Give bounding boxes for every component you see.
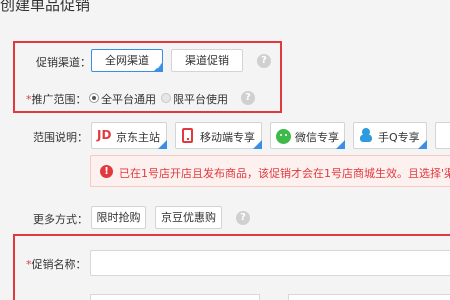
selected-corner-icon (418, 140, 427, 149)
next-field-input[interactable] (288, 294, 450, 300)
channel-label: 促销渠道： (36, 56, 91, 69)
more-label: 更多方式： (33, 213, 88, 226)
notice-banner: ! 已在1号店开店且发布商品，该促销才会在1号店商城生效。且选择'渠 (90, 155, 450, 187)
channel-option-channel-promo[interactable]: 渠道促销 (171, 49, 243, 72)
promo-name-label-text: 促销名称： (31, 258, 87, 271)
scope-option-label: 全平台通用 (101, 93, 156, 106)
selected-corner-icon (253, 140, 262, 149)
channel-option-label: 全网渠道 (105, 54, 149, 67)
scope-item-wechat[interactable]: 微信专享 (270, 122, 345, 149)
wechat-icon (276, 129, 291, 144)
scope-desc-label: 范围说明： (33, 131, 88, 144)
scope-item-qq[interactable]: 手Q专享 (353, 122, 427, 149)
next-field-input[interactable] (90, 294, 260, 300)
mobile-phone-icon (182, 128, 193, 143)
channel-option-all-network[interactable]: 全网渠道 ✓ (91, 49, 163, 72)
more-button-jingdou[interactable]: 京豆优惠购 (155, 206, 222, 229)
scope-item-label: 京东主站 (116, 131, 160, 144)
checkmark-icon: ✓ (156, 63, 162, 71)
page-title: 创建单品促销 (0, 0, 91, 14)
warning-icon: ! (100, 165, 113, 178)
selected-corner-icon (158, 140, 167, 149)
scope-label-text: 推广范围： (31, 93, 87, 106)
scope-help-icon[interactable]: ? (241, 91, 255, 105)
scope-item-partial[interactable] (435, 122, 450, 149)
jd-logo-icon: JD (97, 128, 112, 142)
notice-text: 已在1号店开店且发布商品，该促销才会在1号店商城生效。且选择'渠 (119, 167, 450, 180)
channel-help-icon[interactable]: ? (257, 54, 271, 68)
scope-item-label: 微信专享 (295, 131, 339, 144)
channel-option-label: 渠道促销 (185, 54, 229, 67)
promo-name-input[interactable] (90, 250, 450, 276)
scope-item-label: 移动端专享 (200, 131, 255, 144)
scope-item-label: 手Q专享 (378, 131, 420, 144)
scope-item-jd-main[interactable]: JD 京东主站 (91, 122, 167, 149)
promo-name-label: *促销名称： (26, 256, 87, 272)
scope-radio-all-platform[interactable] (89, 93, 99, 103)
scope-option-label: 限平台使用 (173, 93, 228, 106)
more-button-flash-sale[interactable]: 限时抢购 (91, 206, 146, 229)
scope-item-mobile[interactable]: 移动端专享 (175, 122, 262, 149)
qq-icon (359, 128, 374, 143)
scope-radio-limited-platform[interactable] (161, 93, 171, 103)
more-help-icon[interactable]: ? (236, 211, 250, 225)
scope-label: *推广范围： (26, 91, 87, 107)
selected-corner-icon (336, 140, 345, 149)
